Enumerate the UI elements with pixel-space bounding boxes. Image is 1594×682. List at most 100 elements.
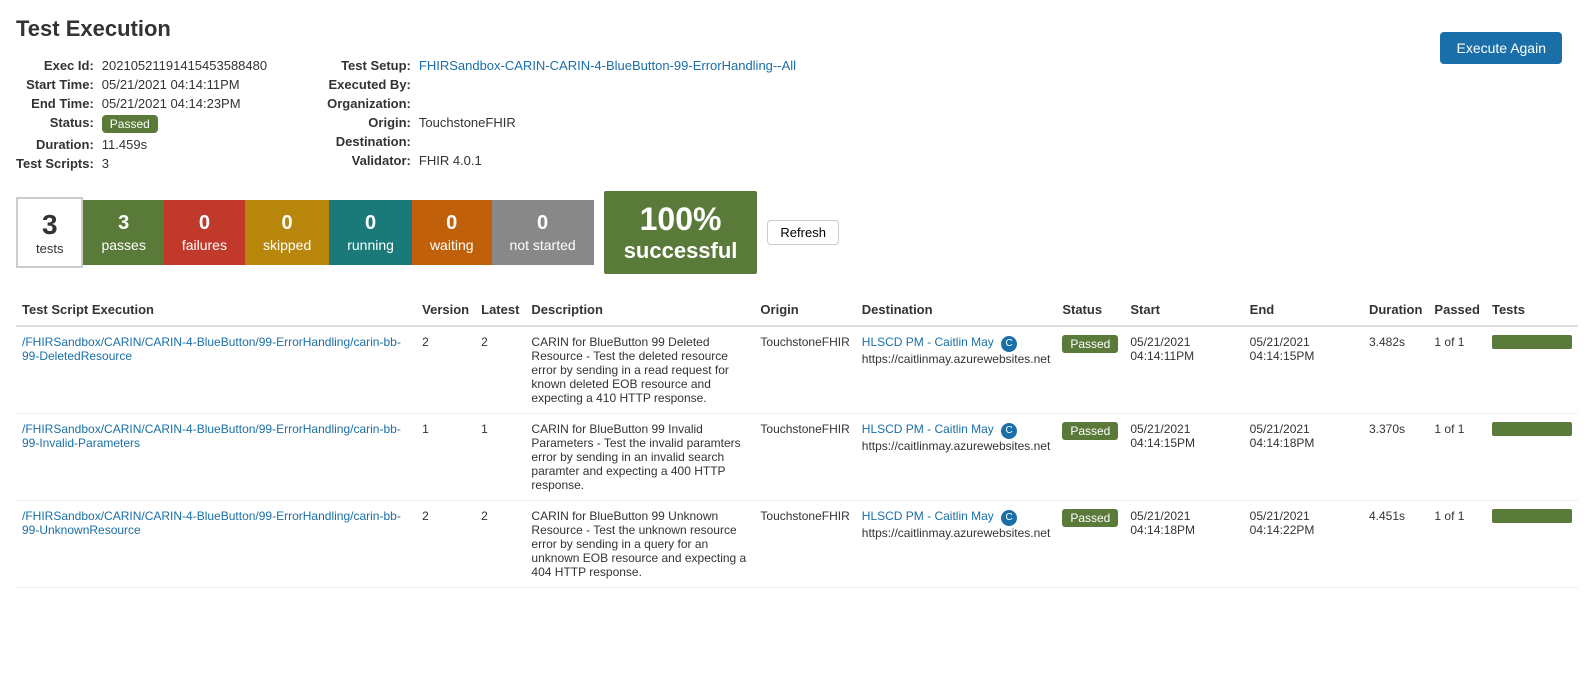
destination-url: https://caitlinmay.azurewebsites.net xyxy=(862,526,1051,540)
status-label: Status: xyxy=(16,115,94,133)
script-link-cell[interactable]: /FHIRSandbox/CARIN/CARIN-4-BlueButton/99… xyxy=(16,326,416,414)
duration-cell: 3.482s xyxy=(1363,326,1428,414)
script-link-cell[interactable]: /FHIRSandbox/CARIN/CARIN-4-BlueButton/99… xyxy=(16,414,416,501)
executed-by-value xyxy=(419,77,796,92)
test-scripts-value: 3 xyxy=(102,156,267,171)
skipped-label: skipped xyxy=(263,236,311,254)
status-badge: Passed xyxy=(1062,422,1118,440)
test-setup-link[interactable]: FHIRSandbox-CARIN-CARIN-4-BlueButton-99-… xyxy=(419,58,796,73)
duration-cell: 3.370s xyxy=(1363,414,1428,501)
version-cell: 1 xyxy=(416,414,475,501)
validator-value: FHIR 4.0.1 xyxy=(419,153,796,168)
running-label: running xyxy=(347,236,394,254)
skipped-box: 0 skipped xyxy=(245,200,329,264)
start-cell: 05/21/2021 04:14:15PM xyxy=(1124,414,1243,501)
version-cell: 2 xyxy=(416,501,475,588)
waiting-num: 0 xyxy=(446,210,457,236)
description-cell: CARIN for BlueButton 99 Deleted Resource… xyxy=(525,326,754,414)
tests-cell xyxy=(1486,501,1578,588)
destination-value xyxy=(419,134,796,149)
end-time-label: End Time: xyxy=(16,96,94,111)
table-row: /FHIRSandbox/CARIN/CARIN-4-BlueButton/99… xyxy=(16,326,1578,414)
destination-cell: HLSCD PM - Caitlin May C https://caitlin… xyxy=(856,501,1057,588)
total-tests-num: 3 xyxy=(42,209,58,241)
c-badge: C xyxy=(1001,336,1017,352)
latest-cell: 2 xyxy=(475,501,525,588)
origin-cell: TouchstoneFHIR xyxy=(754,326,855,414)
script-link[interactable]: /FHIRSandbox/CARIN/CARIN-4-BlueButton/99… xyxy=(22,422,401,450)
script-link-cell[interactable]: /FHIRSandbox/CARIN/CARIN-4-BlueButton/99… xyxy=(16,501,416,588)
success-box: 100% successful xyxy=(604,191,758,274)
destination-cell: HLSCD PM - Caitlin May C https://caitlin… xyxy=(856,326,1057,414)
start-cell: 05/21/2021 04:14:11PM xyxy=(1124,326,1243,414)
success-label: successful xyxy=(624,238,738,264)
start-time-label: Start Time: xyxy=(16,77,94,92)
destination-url: https://caitlinmay.azurewebsites.net xyxy=(862,352,1051,366)
not-started-label: not started xyxy=(510,236,576,254)
destination-label: Destination: xyxy=(327,134,411,149)
test-scripts-label: Test Scripts: xyxy=(16,156,94,171)
latest-cell: 1 xyxy=(475,414,525,501)
col-destination: Destination xyxy=(856,294,1057,326)
col-passed: Passed xyxy=(1428,294,1486,326)
table-header-row: Test Script Execution Version Latest Des… xyxy=(16,294,1578,326)
organization-value xyxy=(419,96,796,111)
destination-link[interactable]: HLSCD PM - Caitlin May xyxy=(862,335,994,349)
destination-link[interactable]: HLSCD PM - Caitlin May xyxy=(862,509,994,523)
description-cell: CARIN for BlueButton 99 Unknown Resource… xyxy=(525,501,754,588)
page-title: Test Execution xyxy=(16,16,1578,42)
failures-label: failures xyxy=(182,236,227,254)
waiting-box: 0 waiting xyxy=(412,200,492,264)
script-link[interactable]: /FHIRSandbox/CARIN/CARIN-4-BlueButton/99… xyxy=(22,509,401,537)
executed-by-label: Executed By: xyxy=(327,77,411,92)
end-cell: 05/21/2021 04:14:22PM xyxy=(1244,501,1363,588)
end-time-value: 05/21/2021 04:14:23PM xyxy=(102,96,267,111)
col-description: Description xyxy=(525,294,754,326)
results-table-section: Test Script Execution Version Latest Des… xyxy=(16,294,1578,588)
duration-value: 11.459s xyxy=(102,137,267,152)
table-row: /FHIRSandbox/CARIN/CARIN-4-BlueButton/99… xyxy=(16,414,1578,501)
validator-label: Validator: xyxy=(327,153,411,168)
start-time-value: 05/21/2021 04:14:11PM xyxy=(102,77,267,92)
refresh-button[interactable]: Refresh xyxy=(767,220,839,245)
description-cell: CARIN for BlueButton 99 Invalid Paramete… xyxy=(525,414,754,501)
duration-label: Duration: xyxy=(16,137,94,152)
exec-id-label: Exec Id: xyxy=(16,58,94,73)
origin-cell: TouchstoneFHIR xyxy=(754,501,855,588)
script-link[interactable]: /FHIRSandbox/CARIN/CARIN-4-BlueButton/99… xyxy=(22,335,401,363)
organization-label: Organization: xyxy=(327,96,411,111)
end-cell: 05/21/2021 04:14:18PM xyxy=(1244,414,1363,501)
col-duration: Duration xyxy=(1363,294,1428,326)
end-cell: 05/21/2021 04:14:15PM xyxy=(1244,326,1363,414)
progress-bar xyxy=(1492,335,1572,349)
running-box: 0 running xyxy=(329,200,412,264)
passes-label: passes xyxy=(101,236,145,254)
success-pct: 100% xyxy=(640,201,722,238)
col-version: Version xyxy=(416,294,475,326)
failures-box: 0 failures xyxy=(164,200,245,264)
origin-label: Origin: xyxy=(327,115,411,130)
destination-url: https://caitlinmay.azurewebsites.net xyxy=(862,439,1051,453)
passes-num: 3 xyxy=(118,210,129,236)
col-start: Start xyxy=(1124,294,1243,326)
results-table: Test Script Execution Version Latest Des… xyxy=(16,294,1578,588)
exec-id-value: 20210521191415453588480 xyxy=(102,58,267,73)
latest-cell: 2 xyxy=(475,326,525,414)
passes-box: 3 passes xyxy=(83,200,163,264)
destination-link[interactable]: HLSCD PM - Caitlin May xyxy=(862,422,994,436)
table-row: /FHIRSandbox/CARIN/CARIN-4-BlueButton/99… xyxy=(16,501,1578,588)
start-cell: 05/21/2021 04:14:18PM xyxy=(1124,501,1243,588)
status-badge: Passed xyxy=(1062,335,1118,353)
passed-cell: 1 of 1 xyxy=(1428,501,1486,588)
passed-cell: 1 of 1 xyxy=(1428,326,1486,414)
col-origin: Origin xyxy=(754,294,855,326)
col-status: Status xyxy=(1056,294,1124,326)
progress-bar xyxy=(1492,422,1572,436)
origin-value: TouchstoneFHIR xyxy=(419,115,796,130)
execute-again-button[interactable]: Execute Again xyxy=(1440,32,1562,64)
tests-cell xyxy=(1486,326,1578,414)
skipped-num: 0 xyxy=(282,210,293,236)
c-badge: C xyxy=(1001,510,1017,526)
not-started-box: 0 not started xyxy=(492,200,594,264)
status-badge: Passed xyxy=(1062,509,1118,527)
